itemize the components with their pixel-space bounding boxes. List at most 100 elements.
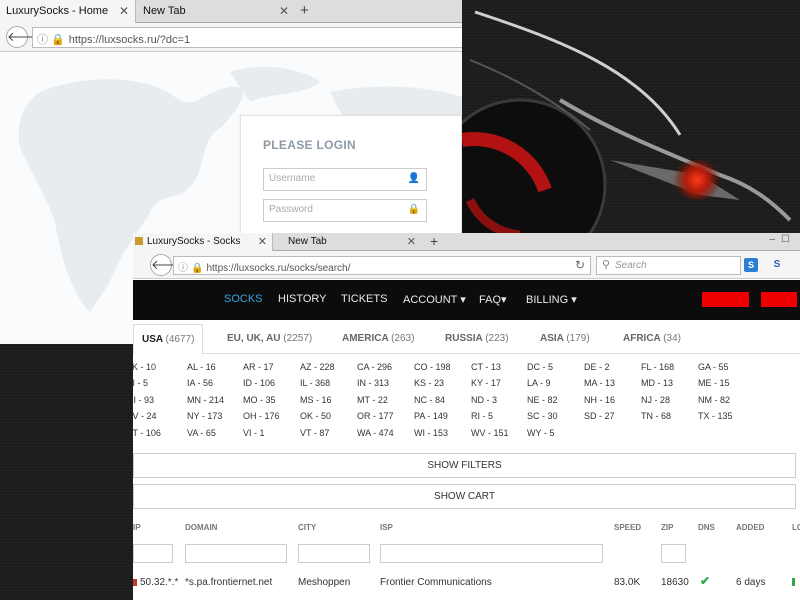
tab-new-tab[interactable]: New Tab ✕	[137, 0, 295, 23]
state-filter-link[interactable]: IA - 56	[187, 378, 213, 388]
nav-socks[interactable]: SOCKS	[224, 293, 263, 305]
state-filter-link[interactable]: AR - 17	[243, 362, 274, 372]
search-input[interactable]: ⚲ Search	[596, 256, 741, 275]
state-filter-link[interactable]: VI - 1	[243, 428, 265, 438]
nav-billing[interactable]: BILLING ▾	[526, 293, 577, 306]
state-filter-link[interactable]: GA - 55	[698, 362, 729, 372]
show-filters-button[interactable]: SHOW FILTERS	[133, 453, 796, 478]
state-filter-link[interactable]: NE - 82	[527, 395, 558, 405]
state-filter-link[interactable]: SD - 27	[584, 411, 615, 421]
nav-account[interactable]: ACCOUNT ▾	[403, 293, 466, 306]
state-filter-link[interactable]: ID - 106	[243, 378, 275, 388]
state-filter-link[interactable]: NC - 84	[414, 395, 445, 405]
column-header-city[interactable]: CITY	[298, 523, 316, 532]
state-filter-link[interactable]: OR - 177	[357, 411, 394, 421]
state-filter-link[interactable]: IN - 313	[357, 378, 389, 388]
state-filter-link[interactable]: WY - 5	[527, 428, 554, 438]
state-filter-link[interactable]: WI - 153	[414, 428, 448, 438]
username-field[interactable]: Username 👤	[263, 168, 427, 191]
new-tab-plus-icon[interactable]: +	[430, 233, 438, 249]
state-filter-link[interactable]: DC - 5	[527, 362, 553, 372]
state-filter-link[interactable]: AK - 10	[133, 362, 156, 372]
column-header-dns[interactable]: DNS	[698, 523, 715, 532]
state-filter-link[interactable]: VT - 87	[300, 428, 329, 438]
nav-faq[interactable]: FAQ▾	[479, 293, 507, 306]
state-filter-link[interactable]: MD - 13	[641, 378, 673, 388]
state-filter-link[interactable]: MO - 35	[243, 395, 276, 405]
tab-new-tab[interactable]: New Tab ✕	[274, 233, 421, 251]
state-filter-link[interactable]: OH - 176	[243, 411, 280, 421]
column-header-ip[interactable]: IP	[133, 523, 141, 532]
state-filter-link[interactable]: VA - 65	[187, 428, 216, 438]
state-filter-link[interactable]: FL - 168	[641, 362, 674, 372]
state-filter-link[interactable]: PA - 149	[414, 411, 448, 421]
state-filter-link[interactable]: IL - 368	[300, 378, 330, 388]
state-filter-link[interactable]: AZ - 228	[300, 362, 335, 372]
state-filter-link[interactable]: TX - 135	[698, 411, 733, 421]
extension-icon[interactable]: S	[770, 258, 784, 272]
state-filter-link[interactable]: WA - 474	[357, 428, 394, 438]
column-header-lc[interactable]: LC	[792, 523, 800, 532]
state-filter-link[interactable]: NM - 82	[698, 395, 730, 405]
tab-luxurysocks-home[interactable]: LuxurySocks - Home ✕	[0, 0, 136, 23]
close-tab-icon[interactable]: ✕	[258, 235, 267, 248]
state-filter-link[interactable]: KY - 17	[471, 378, 501, 388]
state-filter-link[interactable]: MT - 22	[357, 395, 388, 405]
address-bar[interactable]: ⓘ 🔒 https://luxsocks.ru/?dc=1	[32, 27, 462, 48]
close-tab-icon[interactable]: ✕	[407, 235, 416, 248]
state-filter-link[interactable]: OK - 50	[300, 411, 331, 421]
state-filter-link[interactable]: AL - 16	[187, 362, 216, 372]
state-filter-link[interactable]: CT - 13	[471, 362, 501, 372]
new-tab-plus-icon[interactable]: +	[300, 2, 309, 19]
state-filter-link[interactable]: SC - 30	[527, 411, 558, 421]
state-filter-link[interactable]: NJ - 28	[641, 395, 670, 405]
column-header-zip[interactable]: ZIP	[661, 523, 673, 532]
state-filter-link[interactable]: NV - 24	[133, 411, 157, 421]
skype-extension-icon[interactable]: S	[744, 258, 758, 272]
column-header-isp[interactable]: ISP	[380, 523, 393, 532]
password-field[interactable]: Password 🔒	[263, 199, 427, 222]
tab-luxurysocks-socks[interactable]: LuxurySocks - Socks ✕	[133, 233, 273, 251]
reload-icon[interactable]: ↻	[575, 258, 585, 272]
state-filter-link[interactable]: TN - 68	[641, 411, 671, 421]
state-filter-link[interactable]: HI - 5	[133, 378, 148, 388]
show-cart-button[interactable]: SHOW CART	[133, 484, 796, 509]
window-controls-icon[interactable]: –☐	[769, 234, 796, 245]
state-filter-link[interactable]: KS - 23	[414, 378, 444, 388]
city-filter-input[interactable]	[298, 544, 370, 563]
state-filter-link[interactable]: DE - 2	[584, 362, 610, 372]
state-filter-link[interactable]: ME - 15	[698, 378, 730, 388]
state-filter-link[interactable]: ND - 3	[471, 395, 497, 405]
state-filter-link[interactable]: LA - 9	[527, 378, 551, 388]
state-filter-link[interactable]: MS - 16	[300, 395, 332, 405]
state-filter-link[interactable]: RI - 5	[471, 411, 493, 421]
zip-filter-input[interactable]	[661, 544, 686, 563]
tab-america[interactable]: AMERICA (263)	[342, 333, 414, 344]
nav-history[interactable]: HISTORY	[278, 293, 327, 305]
tab-africa[interactable]: AFRICA (34)	[623, 333, 681, 344]
state-filter-link[interactable]: CO - 198	[414, 362, 451, 372]
address-bar[interactable]: ⓘ 🔒 https://luxsocks.ru/socks/search/ ↻	[173, 256, 591, 275]
state-filter-link[interactable]: MI - 93	[133, 395, 154, 405]
state-filter-link[interactable]: WV - 151	[471, 428, 509, 438]
ip-filter-input[interactable]	[133, 544, 173, 563]
isp-filter-input[interactable]	[380, 544, 603, 563]
state-filter-link[interactable]: MN - 214	[187, 395, 224, 405]
back-arrow-icon[interactable]: 🡐	[150, 254, 186, 276]
state-filter-link[interactable]: NH - 16	[584, 395, 615, 405]
state-filter-link[interactable]: NY - 173	[187, 411, 222, 421]
tab-usa[interactable]: USA (4677)	[133, 324, 204, 355]
state-filter-link[interactable]: CA - 296	[357, 362, 392, 372]
back-arrow-icon[interactable]: 🡐	[6, 26, 42, 48]
state-filter-link[interactable]: MA - 13	[584, 378, 615, 388]
info-icon[interactable]: ⓘ	[37, 34, 48, 46]
column-header-speed[interactable]: SPEED	[614, 523, 641, 532]
tab-eu-uk-au[interactable]: EU, UK, AU (2257)	[227, 333, 312, 344]
close-tab-icon[interactable]: ✕	[279, 4, 289, 18]
info-icon[interactable]: ⓘ	[178, 263, 188, 274]
domain-filter-input[interactable]	[185, 544, 287, 563]
nav-tickets[interactable]: TICKETS	[341, 293, 387, 305]
state-filter-link[interactable]: UT - 106	[133, 428, 161, 438]
column-header-added[interactable]: ADDED	[736, 523, 764, 532]
tab-asia[interactable]: ASIA (179)	[540, 333, 590, 344]
